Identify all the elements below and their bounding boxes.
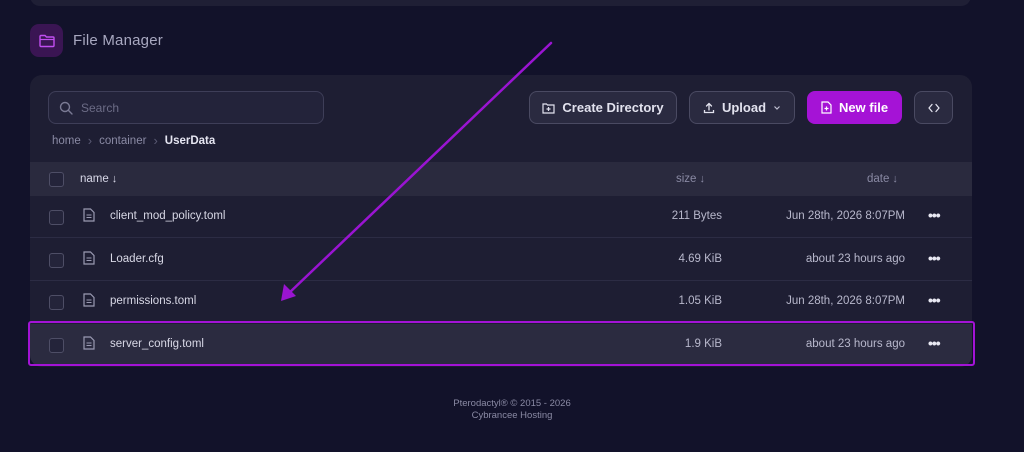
file-size: 1.05 KiB [678, 295, 722, 307]
search-box[interactable] [48, 91, 324, 124]
select-all-checkbox[interactable] [49, 172, 64, 187]
folder-icon [30, 24, 63, 57]
search-input[interactable] [81, 100, 301, 115]
file-icon [83, 208, 95, 222]
breadcrumb-container[interactable]: container [99, 135, 146, 147]
more-options-icon[interactable]: ••• [928, 292, 941, 308]
sort-arrow-icon: ↓ [699, 173, 705, 185]
more-options-icon[interactable]: ••• [928, 250, 941, 266]
column-name[interactable]: name ↓ [80, 173, 117, 185]
footer-host: Cybrancee Hosting [471, 410, 553, 421]
file-icon [83, 293, 95, 307]
column-date[interactable]: date ↓ [867, 173, 898, 185]
breadcrumb: home › container › UserData [52, 133, 215, 148]
new-file-label: New file [838, 100, 889, 115]
file-date: Jun 28th, 2026 8:07PM [786, 295, 905, 307]
file-size: 211 Bytes [671, 210, 722, 222]
file-date: about 23 hours ago [805, 253, 905, 265]
file-plus-icon [821, 101, 832, 114]
create-directory-label: Create Directory [562, 100, 664, 115]
folder-plus-icon [542, 102, 556, 114]
page-header: File Manager [30, 24, 163, 57]
table-row[interactable]: server_config.toml 1.9 KiB about 23 hour… [30, 324, 972, 366]
sort-arrow-icon: ↓ [111, 173, 118, 185]
table-header: name ↓ size ↓ date ↓ [30, 162, 972, 196]
row-checkbox[interactable] [49, 338, 64, 353]
chevron-right-icon: › [87, 133, 93, 148]
footer-copyright: Pterodactyl® © 2015 - 2026 [453, 398, 571, 409]
more-options-icon[interactable]: ••• [928, 335, 941, 351]
table-row[interactable]: permissions.toml 1.05 KiB Jun 28th, 2026… [30, 281, 972, 323]
create-directory-button[interactable]: Create Directory [529, 91, 677, 124]
file-manager-panel: Create Directory Upload New file home › … [30, 75, 972, 367]
upload-button[interactable]: Upload [689, 91, 795, 124]
upload-label: Upload [721, 100, 767, 115]
file-date: Jun 28th, 2026 8:07PM [786, 210, 905, 222]
file-name[interactable]: client_mod_policy.toml [110, 210, 225, 222]
file-date: about 23 hours ago [805, 338, 905, 350]
table-row[interactable]: Loader.cfg 4.69 KiB about 23 hours ago •… [30, 239, 972, 281]
table-row[interactable]: client_mod_policy.toml 211 Bytes Jun 28t… [30, 196, 972, 238]
row-checkbox[interactable] [49, 295, 64, 310]
new-file-button[interactable]: New file [807, 91, 902, 124]
page-title: File Manager [73, 32, 163, 49]
chevron-right-icon: › [153, 133, 158, 148]
code-brackets-icon [927, 103, 940, 112]
file-name[interactable]: server_config.toml [110, 338, 204, 350]
file-size: 4.69 KiB [678, 253, 722, 265]
sort-arrow-icon: ↓ [892, 173, 898, 185]
row-checkbox[interactable] [49, 253, 64, 268]
footer: Pterodactyl® © 2015 - 2026 Cybrancee Hos… [0, 398, 1024, 422]
search-icon [59, 101, 73, 115]
file-name[interactable]: permissions.toml [110, 295, 196, 307]
code-editor-button[interactable] [914, 91, 953, 124]
chevron-down-icon [774, 105, 780, 110]
file-icon [83, 336, 95, 350]
top-panel-edge [30, 0, 971, 6]
file-name[interactable]: Loader.cfg [110, 253, 164, 265]
breadcrumb-home[interactable]: home [52, 135, 81, 147]
breadcrumb-current: UserData [164, 134, 216, 147]
upload-icon [703, 102, 715, 113]
file-icon [83, 251, 95, 265]
file-size: 1.9 KiB [684, 338, 722, 350]
row-checkbox[interactable] [49, 210, 64, 225]
column-size[interactable]: size ↓ [676, 173, 705, 185]
more-options-icon[interactable]: ••• [928, 207, 941, 223]
